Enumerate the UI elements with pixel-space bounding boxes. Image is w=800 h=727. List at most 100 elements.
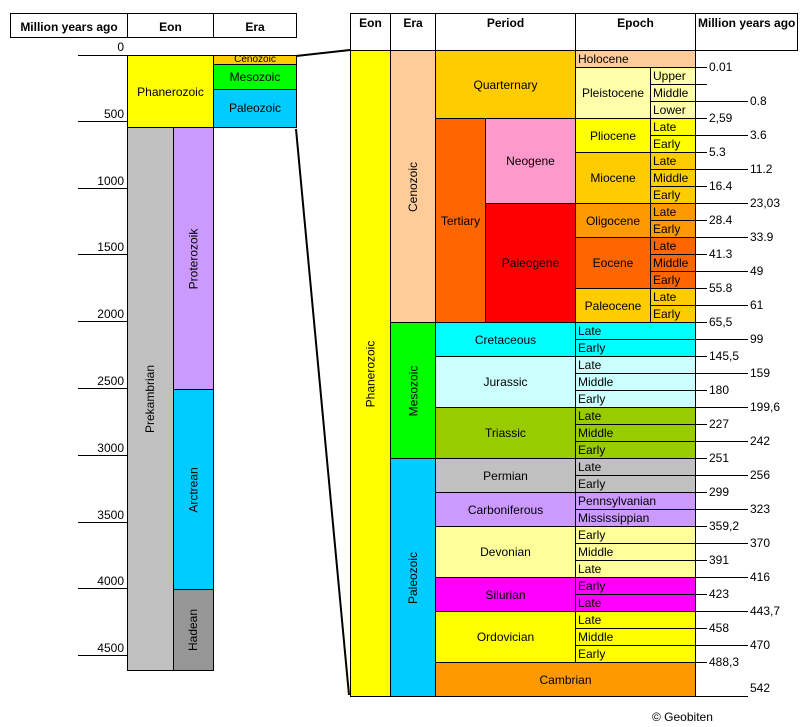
period-paleogene: Paleogene: [485, 203, 576, 323]
mya-label: 11.2: [750, 162, 773, 176]
mya-label: 145,5: [709, 349, 740, 363]
tick-line: [695, 475, 748, 476]
mya-label: 16.4: [709, 179, 733, 193]
tick-line: [695, 577, 748, 578]
mya-label: 28.4: [709, 213, 733, 227]
header-million-years: Million years ago: [695, 13, 798, 51]
mya-label: 199,6: [750, 400, 781, 414]
tick-line: [695, 203, 748, 204]
mya-label: 23,03: [750, 196, 781, 210]
stage-lower: Lower: [650, 101, 696, 119]
era-mesozoic: Mesozoic: [390, 322, 436, 459]
stage-middle: Middle: [575, 424, 696, 442]
mya-label: 470: [750, 638, 771, 652]
period-devonian: Devonian: [435, 526, 576, 578]
mya-label: 323: [750, 502, 771, 516]
mya-label: 227: [709, 417, 730, 431]
bottom-line: [695, 696, 748, 697]
tick-line: [695, 254, 707, 255]
mya-label: 65,5: [709, 315, 733, 329]
tick-line: [695, 356, 707, 357]
mya-label: 0.01: [709, 60, 733, 74]
mya-label: 391: [709, 553, 730, 567]
mya-label: 359,2: [709, 519, 740, 533]
mya-label: 41.3: [709, 247, 733, 261]
stage-late: Late: [575, 594, 696, 612]
stage-early: Early: [650, 305, 696, 323]
tick-line: [695, 152, 707, 153]
tick-line: [695, 169, 748, 170]
mya-label: 99: [750, 332, 764, 346]
mya-label: 423: [709, 587, 730, 601]
stage-early: Early: [650, 220, 696, 238]
stage-middle: Middle: [650, 169, 696, 187]
mya-label: 256: [750, 468, 771, 482]
mya-label: 443,7: [750, 604, 781, 618]
period-cambrian: Cambrian: [435, 662, 696, 697]
tick-line: [695, 237, 748, 238]
tick-line: [695, 288, 707, 289]
mya-label: 370: [750, 536, 771, 550]
stage-middle: Middle: [650, 84, 696, 102]
period-permian: Permian: [435, 458, 576, 493]
stage-early: Early: [575, 645, 696, 663]
header-eon: Eon: [350, 13, 391, 51]
tick-line: [695, 339, 748, 340]
era-paleozoic: Paleozoic: [390, 458, 436, 697]
stage-early: Early: [650, 271, 696, 289]
stage-early: Early: [650, 135, 696, 153]
stage-late: Late: [575, 407, 696, 425]
tick-line: [695, 662, 707, 663]
tick-line: [695, 509, 748, 510]
stage-late: Late: [650, 237, 696, 255]
stage-early: Early: [575, 577, 696, 595]
stage-late: Late: [650, 118, 696, 136]
tick-line: [695, 118, 707, 119]
tick-line: [695, 84, 707, 85]
tick-line: [695, 373, 748, 374]
tick-line: [695, 645, 748, 646]
stage-middle: Middle: [575, 543, 696, 561]
period-triassic: Triassic: [435, 407, 576, 459]
mya-label: 488,3: [709, 655, 740, 669]
tick-line: [695, 458, 707, 459]
tick-line: [695, 186, 707, 187]
stage-early: Early: [650, 186, 696, 204]
tick-line: [695, 407, 748, 408]
stage-early: Early: [575, 475, 696, 493]
tick-line: [695, 543, 748, 544]
era-cenozoic: Cenozoic: [390, 50, 436, 323]
mya-label: 416: [750, 570, 771, 584]
stage-upper: Upper: [650, 67, 696, 85]
stage-early: Early: [575, 526, 696, 544]
epoch-eocene: Eocene: [575, 237, 651, 289]
mya-label: 2,59: [709, 111, 733, 125]
epoch-pliocene: Pliocene: [575, 118, 651, 153]
tick-line: [695, 441, 748, 442]
tick-line: [695, 628, 707, 629]
tick-line: [695, 390, 707, 391]
mya-label: 159: [750, 366, 771, 380]
stage-late: Late: [650, 152, 696, 170]
mya-label: 61: [750, 298, 764, 312]
header-epoch: Epoch: [575, 13, 696, 51]
tick-line: [695, 594, 707, 595]
mya-label: 251: [709, 451, 730, 465]
epoch-holocene: Holocene: [575, 50, 696, 68]
stage-late: Late: [575, 356, 696, 374]
header-period: Period: [435, 13, 576, 51]
epoch-oligocene: Oligocene: [575, 203, 651, 238]
tick-line: [695, 220, 707, 221]
tick-line: [695, 611, 748, 612]
tick-line: [695, 526, 707, 527]
mya-label: 242: [750, 434, 771, 448]
mya-label: 542: [750, 681, 771, 695]
period-group-tertiary: Tertiary: [435, 118, 486, 323]
tick-line: [695, 424, 707, 425]
tick-line: [695, 135, 748, 136]
copyright: © Geobiten: [652, 710, 713, 724]
tick-line: [695, 322, 707, 323]
stage-late: Late: [575, 458, 696, 476]
mya-label: 5.3: [709, 145, 726, 159]
mya-label: 0.8: [750, 94, 767, 108]
